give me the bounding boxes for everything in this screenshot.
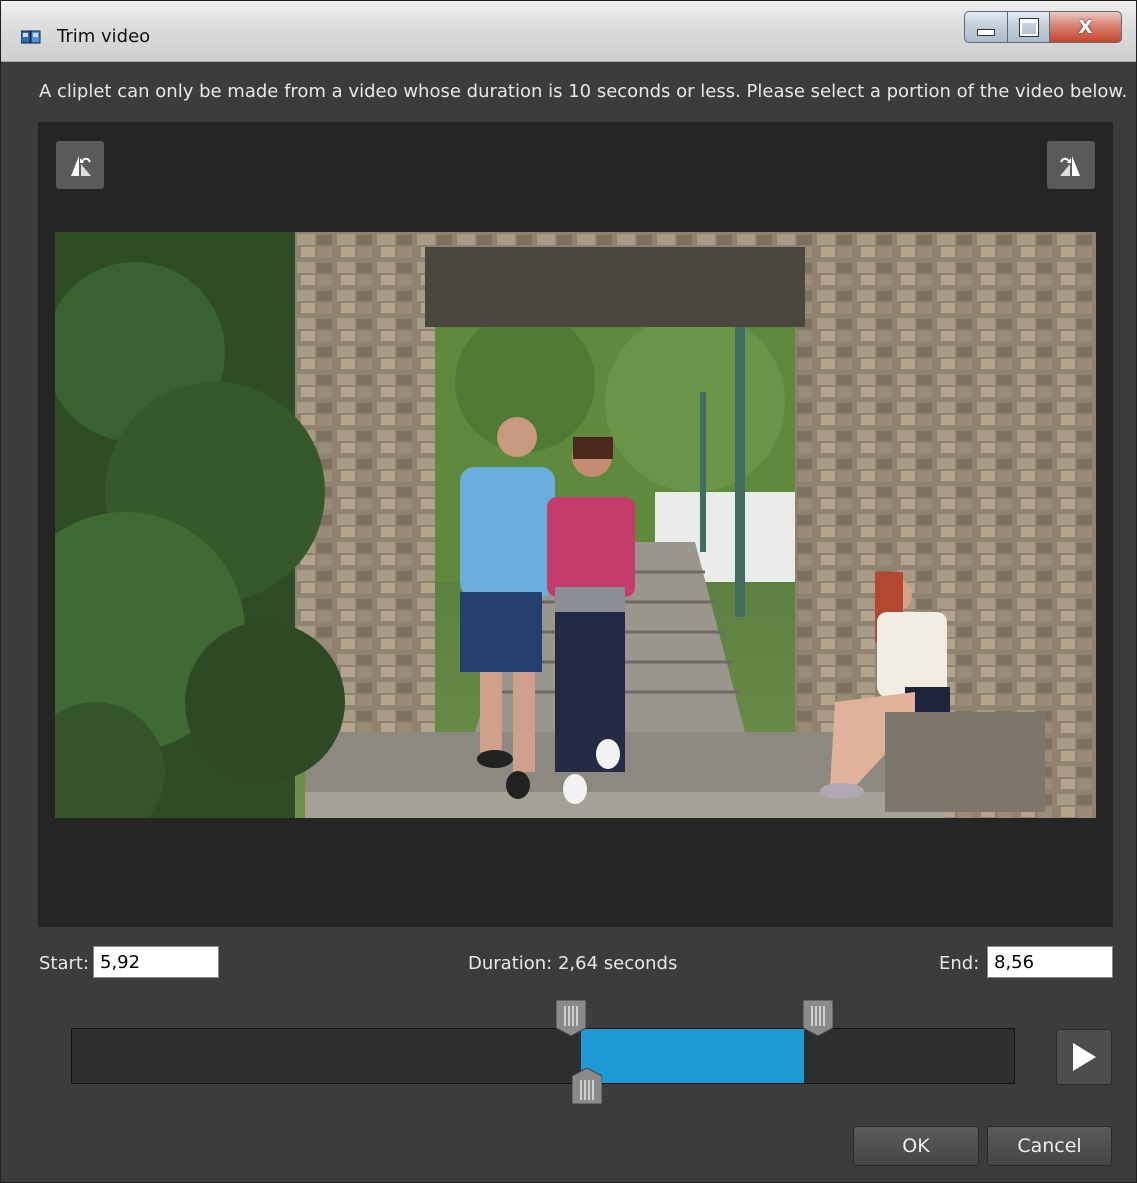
start-label: Start: xyxy=(39,953,90,974)
maximize-icon xyxy=(1018,17,1039,37)
window-controls: X xyxy=(964,11,1122,45)
close-icon: X xyxy=(1078,16,1093,38)
video-frame-image xyxy=(55,232,1096,818)
rotate-left-button[interactable] xyxy=(56,141,104,189)
playhead-handle[interactable] xyxy=(572,1068,602,1104)
end-time-input[interactable] xyxy=(987,946,1113,978)
minimize-button[interactable] xyxy=(964,11,1008,43)
end-trim-handle[interactable] xyxy=(803,1000,833,1036)
trim-timeline[interactable] xyxy=(71,1028,1015,1084)
photo-gallery-icon xyxy=(21,30,41,44)
video-preview xyxy=(55,232,1096,818)
duration-text: Duration: 2,64 seconds xyxy=(468,953,678,974)
rotate-right-icon xyxy=(1060,156,1080,176)
ok-button[interactable]: OK xyxy=(853,1126,979,1166)
minimize-icon xyxy=(977,28,995,36)
trim-video-dialog: Trim video X A cliplet can only be made … xyxy=(0,0,1137,1183)
title-bar[interactable]: Trim video X xyxy=(1,1,1136,62)
instructions-text: A cliplet can only be made from a video … xyxy=(39,81,1128,102)
end-label: End: xyxy=(939,953,980,974)
start-time-input[interactable] xyxy=(93,946,219,978)
play-icon xyxy=(1073,1043,1096,1071)
close-button[interactable]: X xyxy=(1050,11,1122,43)
window-title: Trim video xyxy=(57,26,151,47)
start-trim-handle[interactable] xyxy=(556,1000,586,1036)
play-button[interactable] xyxy=(1056,1029,1112,1085)
video-stage xyxy=(38,122,1113,927)
cancel-button[interactable]: Cancel xyxy=(987,1126,1112,1166)
trim-selection xyxy=(581,1029,804,1083)
rotate-right-button[interactable] xyxy=(1047,141,1095,189)
rotate-left-icon xyxy=(71,156,91,176)
maximize-button[interactable] xyxy=(1008,11,1050,43)
